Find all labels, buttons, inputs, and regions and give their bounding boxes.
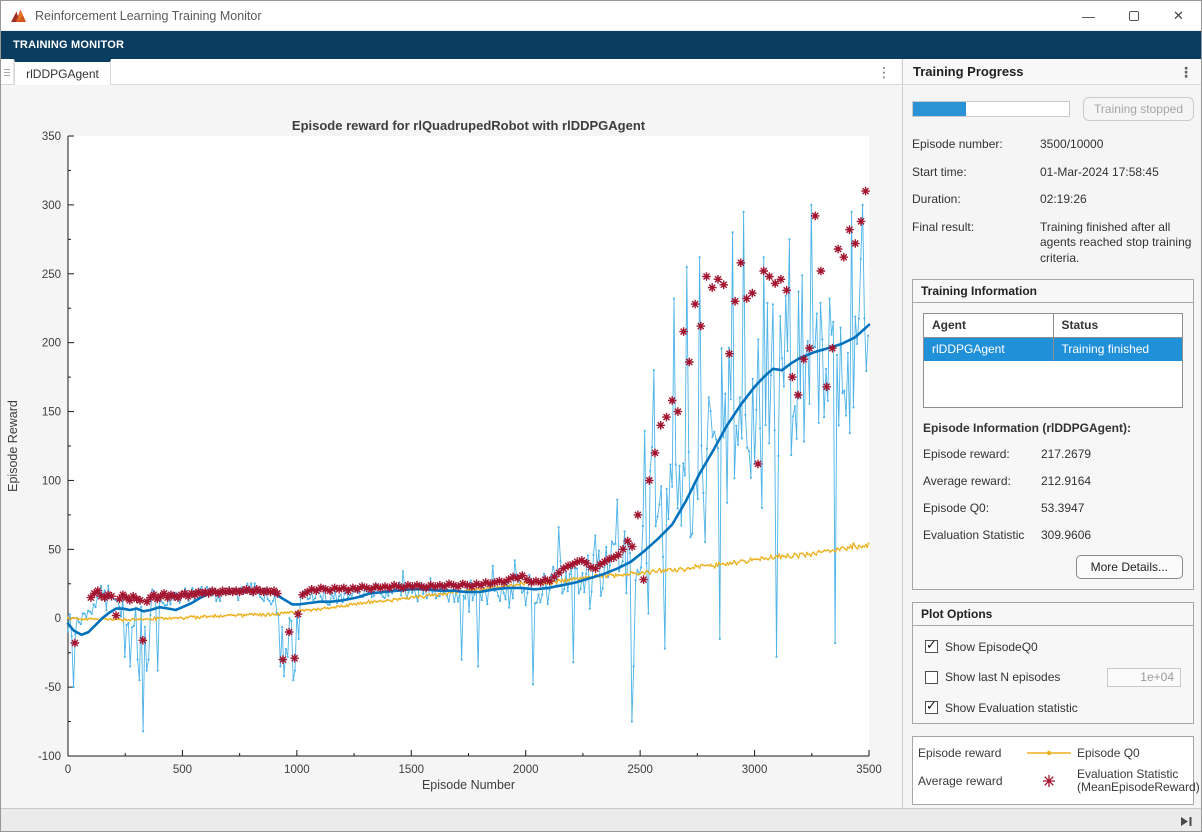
ribbon-bar: TRAINING MONITOR (1, 31, 1201, 59)
training-stopped-button[interactable]: Training stopped (1083, 97, 1194, 121)
svg-text:Episode Number: Episode Number (422, 778, 515, 792)
training-monitor-window: Reinforcement Learning Training Monitor … (0, 0, 1202, 832)
training-plot-figure: -100-50050100150200250300350050010001500… (1, 85, 901, 808)
show-episodeq0-option[interactable]: ✓ Show EpisodeQ0 (925, 640, 1181, 654)
panel-title: Training Progress (913, 64, 1024, 79)
svg-text:2500: 2500 (627, 764, 653, 776)
svg-text:250: 250 (42, 269, 61, 281)
training-progress-panel: Training Progress ⋮ Training stopped Epi… (902, 59, 1202, 808)
svg-text:3000: 3000 (742, 764, 768, 776)
legend-episode-q0-label: Episode Q0 (1077, 746, 1200, 760)
final-result-field: Final result: Training finished after al… (912, 220, 1194, 267)
more-details-button[interactable]: More Details... (1076, 555, 1183, 579)
episode-number-field: Episode number: 3500/10000 (912, 137, 1194, 153)
legend-episode-reward-label: Episode reward (918, 746, 1021, 760)
svg-text:2000: 2000 (513, 764, 539, 776)
agents-table-header-agent: Agent (924, 313, 1054, 337)
svg-text:500: 500 (173, 764, 192, 776)
document-tab-strip: rlDDPGAgent ⋮ (1, 59, 901, 85)
episode-reward-stat: Episode reward: 217.2679 (923, 447, 1183, 461)
panel-menu-button[interactable]: ⋮ (1179, 65, 1193, 79)
svg-text:0: 0 (65, 764, 71, 776)
legend-evaluation-statistic-label: Evaluation Statistic (MeanEpisodeReward) (1077, 768, 1200, 796)
episode-information-title: Episode Information (rlDDPGAgent): (923, 421, 1183, 435)
svg-text:350: 350 (42, 131, 61, 143)
show-last-n-episodes-option[interactable]: ✓ Show last N episodes (925, 668, 1181, 687)
svg-text:-50: -50 (44, 682, 61, 694)
show-episodeq0-checkbox[interactable]: ✓ (925, 640, 938, 653)
close-button[interactable]: ✕ (1156, 1, 1201, 31)
matlab-logo-icon (10, 8, 27, 24)
tab-drag-grip-icon[interactable] (1, 59, 14, 85)
agents-table[interactable]: Agent Status rlDDPGAgent Training finish… (923, 313, 1183, 408)
show-evaluation-statistic-checkbox[interactable]: ✓ (925, 701, 938, 714)
svg-text:1000: 1000 (284, 764, 310, 776)
check-icon: ✓ (926, 698, 937, 714)
svg-text:-100: -100 (38, 751, 61, 763)
duration-field: Duration: 02:19:26 (912, 192, 1194, 208)
episode-q0-line-swatch (1025, 748, 1073, 758)
training-information-group: Training Information Agent Status rlDDPG… (912, 279, 1194, 590)
panel-body: Training stopped Episode number: 3500/10… (903, 85, 1202, 808)
svg-text:200: 200 (42, 338, 61, 350)
status-bar (1, 808, 1201, 832)
svg-text:300: 300 (42, 200, 61, 212)
plot-options-group: Plot Options ✓ Show EpisodeQ0 ✓ Show las… (912, 602, 1194, 724)
svg-text:50: 50 (48, 544, 61, 556)
window-title: Reinforcement Learning Training Monitor (35, 9, 262, 23)
collapse-right-icon[interactable] (1180, 816, 1193, 827)
average-reward-stat: Average reward: 212.9164 (923, 474, 1183, 488)
document-pane: rlDDPGAgent ⋮ -100 -50 0 50 100 150 200 250 300 3… (1, 59, 901, 808)
maximize-button[interactable] (1111, 1, 1156, 31)
svg-text:100: 100 (42, 475, 61, 487)
ribbon-tab-training-monitor[interactable]: TRAINING MONITOR (13, 39, 124, 51)
svg-text:0: 0 (55, 613, 61, 625)
svg-text:1500: 1500 (398, 764, 424, 776)
kebab-icon: ⋮ (877, 65, 891, 79)
evaluation-statistic-stat: Evaluation Statistic 309.9606 (923, 528, 1183, 542)
svg-text:150: 150 (42, 407, 61, 419)
agents-table-header-status: Status (1053, 313, 1183, 337)
episode-q0-stat: Episode Q0: 53.3947 (923, 501, 1183, 515)
progress-bar-fill (913, 102, 966, 116)
start-time-field: Start time: 01-Mar-2024 17:58:45 (912, 165, 1194, 181)
check-icon: ✓ (926, 637, 937, 653)
table-row-empty (924, 361, 1183, 407)
show-last-n-episodes-checkbox[interactable]: ✓ (925, 671, 938, 684)
last-n-episodes-input[interactable] (1107, 668, 1181, 687)
show-evaluation-statistic-option[interactable]: ✓ Show Evaluation statistic (925, 701, 1181, 715)
progress-row: Training stopped (912, 97, 1194, 121)
svg-text:3500: 3500 (856, 764, 882, 776)
minimize-button[interactable]: — (1066, 1, 1111, 31)
title-bar: Reinforcement Learning Training Monitor … (1, 1, 1201, 31)
maximize-icon (1129, 11, 1139, 21)
panel-header: Training Progress ⋮ (903, 59, 1202, 85)
legend-average-reward-label: Average reward (918, 774, 1021, 788)
tab-strip-menu-button[interactable]: ⋮ (877, 59, 891, 85)
table-row-rlddpgagent[interactable]: rlDDPGAgent Training finished (924, 337, 1183, 361)
training-information-title: Training Information (913, 280, 1193, 303)
progress-bar (912, 101, 1070, 117)
svg-text:Episode reward for rlQuadruped: Episode reward for rlQuadrupedRobot with… (292, 118, 646, 133)
episode-reward-chart: -100-50050100150200250300350050010001500… (1, 85, 901, 808)
tab-rlddpgagent[interactable]: rlDDPGAgent (14, 59, 111, 85)
svg-text:Episode Reward: Episode Reward (6, 400, 20, 492)
plot-legend: Episode reward Episode Q0 Average reward… (912, 736, 1194, 806)
plot-options-title: Plot Options (913, 603, 1193, 626)
evaluation-statistic-asterisk-swatch (1041, 773, 1057, 789)
